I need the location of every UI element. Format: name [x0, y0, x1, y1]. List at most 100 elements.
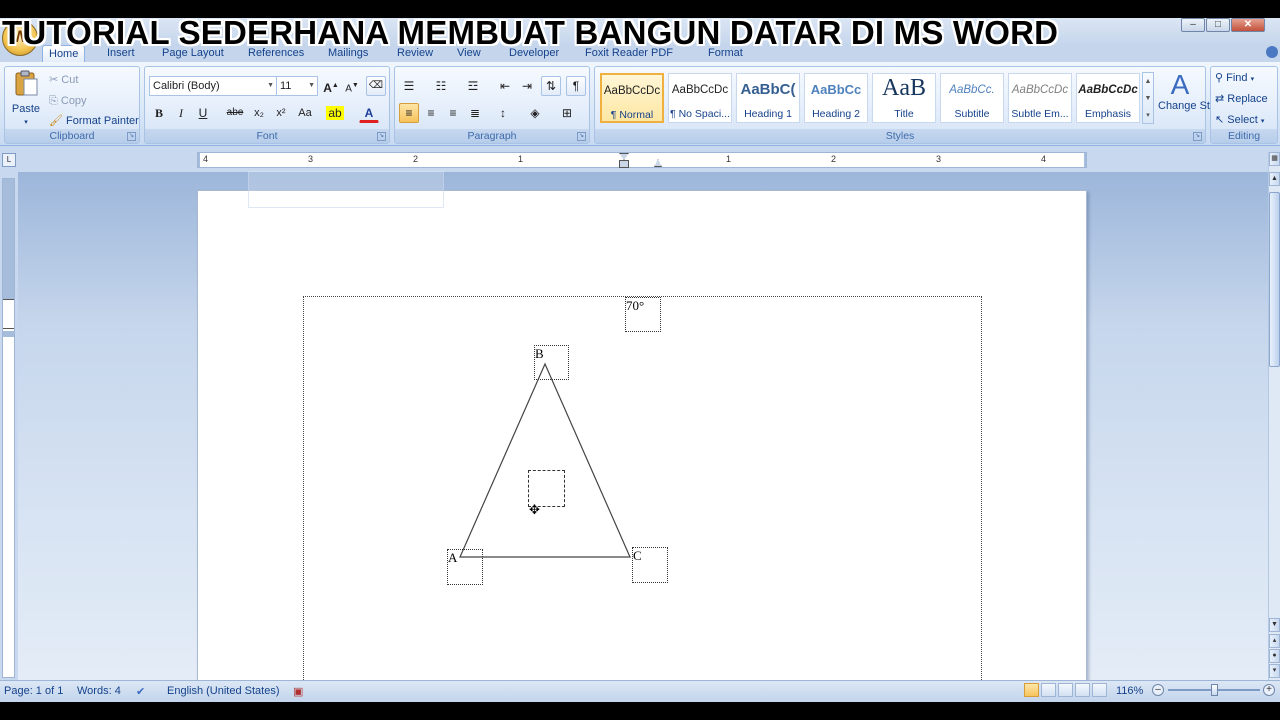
subscript-button[interactable]: x₂ [249, 103, 269, 123]
right-indent-marker[interactable] [654, 159, 662, 167]
copy-button[interactable]: ⎘ Copy [49, 94, 87, 108]
style-title[interactable]: AaB Title [872, 73, 936, 123]
sort-button[interactable]: ⇅ [541, 76, 561, 96]
underline-button[interactable]: U [193, 103, 213, 123]
vertex-a-text-box[interactable]: A [447, 549, 483, 585]
more-icon[interactable]: ▾ [1143, 107, 1153, 124]
format-painter-button[interactable]: 🖌 Format Painter [49, 114, 139, 128]
strikethrough-button[interactable]: abe [225, 103, 245, 123]
style-subtitle[interactable]: AaBbCc. Subtitle [940, 73, 1004, 123]
superscript-button[interactable]: x² [271, 103, 291, 123]
font-color-button[interactable]: A [359, 103, 379, 123]
align-right-button[interactable]: ≡ [443, 103, 463, 123]
style-normal[interactable]: AaBbCcDc ¶ Normal [600, 73, 664, 123]
close-button[interactable]: ✕ [1231, 18, 1265, 32]
triangle-shape[interactable] [304, 297, 983, 680]
paste-button[interactable]: Paste ▾ [9, 70, 43, 126]
proofing-icon[interactable]: ✔ [136, 685, 145, 698]
full-screen-reading-view-button[interactable] [1041, 683, 1056, 697]
font-size-combo[interactable]: 11 ▼ [276, 76, 318, 96]
zoom-level[interactable]: 116% [1116, 685, 1143, 697]
vertex-c-text-box[interactable]: C [632, 547, 668, 583]
chevron-down-icon: ▾ [1260, 118, 1265, 125]
cut-button[interactable]: ✂ Cut [49, 73, 78, 87]
zoom-in-button[interactable]: + [1263, 684, 1275, 696]
style-sample: AaBbCcDc [603, 85, 661, 97]
replace-button[interactable]: ⇄ Replace [1215, 92, 1268, 106]
zoom-slider-thumb[interactable] [1211, 684, 1218, 696]
highlight-button[interactable]: ab [325, 103, 345, 123]
word-count[interactable]: Words: 4 [77, 685, 121, 697]
style-heading-2[interactable]: AaBbCc Heading 2 [804, 73, 868, 123]
shading-button[interactable]: ◈ [525, 103, 545, 123]
align-left-button[interactable]: ≡ [399, 103, 419, 123]
web-layout-view-button[interactable] [1058, 683, 1073, 697]
scroll-up-button[interactable]: ▲ [1269, 172, 1280, 186]
left-indent-marker[interactable] [619, 160, 629, 168]
ruler-toggle-icon[interactable]: ▦ [1269, 152, 1280, 166]
justify-button[interactable]: ≣ [465, 103, 485, 123]
previous-page-button[interactable]: ▴ [1269, 634, 1280, 648]
find-button[interactable]: ⚲ Find ▾ [1215, 71, 1254, 87]
style-heading-1[interactable]: AaBbC( Heading 1 [736, 73, 800, 123]
decrease-indent-button[interactable]: ⇤ [495, 76, 515, 96]
grow-font-button[interactable]: A▲ [321, 76, 341, 96]
align-center-button[interactable]: ≡ [421, 103, 441, 123]
borders-button[interactable]: ⊞ [557, 103, 577, 123]
bullets-button[interactable]: ☰ [399, 76, 419, 96]
styles-scroll[interactable]: ▲ ▼ ▾ [1142, 72, 1154, 124]
font-launcher-icon[interactable]: ↘ [377, 132, 386, 141]
numbering-button[interactable]: ☷ [431, 76, 451, 96]
angle-text-box[interactable]: 70° [625, 297, 661, 332]
drawing-canvas[interactable]: 70° B A C ✥ [303, 296, 982, 680]
vertical-scrollbar[interactable]: ▦ ▲ ▼ ▴ ● ▾ [1268, 152, 1280, 680]
vertical-ruler[interactable] [2, 178, 15, 678]
clear-formatting-button[interactable]: ⌫ [366, 76, 386, 96]
scroll-thumb[interactable] [1269, 192, 1280, 367]
style-emphasis[interactable]: AaBbCcDc Emphasis [1076, 73, 1140, 123]
style-subtle-emphasis[interactable]: AaBbCcDc Subtle Em... [1008, 73, 1072, 123]
maximize-button[interactable]: □ [1206, 18, 1230, 32]
page-count[interactable]: Page: 1 of 1 [4, 685, 63, 697]
italic-button[interactable]: I [171, 103, 191, 123]
vertex-b-text-box[interactable]: B [534, 345, 569, 380]
select-browse-object-button[interactable]: ● [1269, 649, 1280, 663]
select-button[interactable]: ↖ Select ▾ [1215, 113, 1264, 129]
styles-launcher-icon[interactable]: ↘ [1193, 132, 1202, 141]
show-hide-button[interactable]: ¶ [566, 76, 586, 96]
change-styles-button[interactable]: A Change Styles [1158, 70, 1230, 113]
font-name-combo[interactable]: Calibri (Body) ▼ [149, 76, 277, 96]
copy-icon: ⎘ [49, 95, 58, 108]
multilevel-list-button[interactable]: ☲ [463, 76, 483, 96]
document-area[interactable]: 70° B A C ✥ [18, 172, 1268, 680]
draft-view-button[interactable] [1092, 683, 1107, 697]
change-case-button[interactable]: Aa [295, 103, 315, 123]
zoom-out-button[interactable]: – [1152, 684, 1164, 696]
first-line-indent-marker[interactable] [619, 153, 629, 160]
binoculars-icon: ⚲ [1215, 72, 1224, 84]
outline-view-button[interactable] [1075, 683, 1090, 697]
horizontal-ruler[interactable]: 4 3 2 1 1 2 3 4 [197, 152, 1087, 168]
style-no-spacing[interactable]: AaBbCcDc ¶ No Spaci... [668, 73, 732, 123]
paragraph-launcher-icon[interactable]: ↘ [577, 132, 586, 141]
bold-button[interactable]: B [149, 103, 169, 123]
chevron-up-icon[interactable]: ▲ [1143, 73, 1153, 90]
increase-indent-button[interactable]: ⇥ [517, 76, 537, 96]
clipboard-launcher-icon[interactable]: ↘ [127, 132, 136, 141]
help-icon[interactable] [1266, 46, 1278, 58]
document-page[interactable]: 70° B A C ✥ [197, 190, 1087, 680]
language-indicator[interactable]: English (United States) [167, 685, 280, 697]
minimize-button[interactable]: – [1181, 18, 1205, 32]
shrink-font-button[interactable]: A▼ [342, 76, 362, 96]
macro-record-icon[interactable]: ▣ [293, 685, 303, 698]
style-name: Emphasis [1084, 108, 1132, 120]
clipboard-label: Clipboard [5, 129, 139, 143]
sort-icon: ⇅ [545, 79, 557, 93]
print-layout-view-button[interactable] [1024, 683, 1039, 697]
next-page-button[interactable]: ▾ [1269, 664, 1280, 678]
line-spacing-button[interactable]: ↕ [493, 103, 513, 123]
tab-selector-button[interactable]: L [2, 153, 16, 167]
scroll-down-button[interactable]: ▼ [1269, 618, 1280, 632]
cursor-icon: ↖ [1215, 114, 1225, 126]
chevron-down-icon[interactable]: ▼ [1143, 90, 1153, 107]
